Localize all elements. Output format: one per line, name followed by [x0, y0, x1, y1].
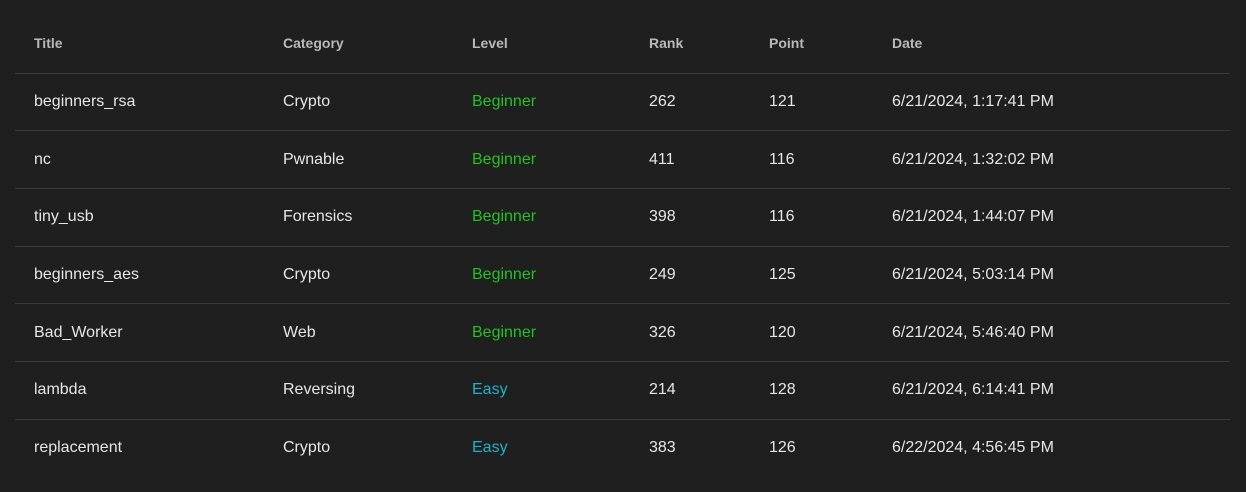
cell-point: 125	[750, 246, 873, 305]
cell-title[interactable]: beginners_aes	[15, 246, 264, 305]
cell-date: 6/21/2024, 6:14:41 PM	[873, 361, 1230, 420]
column-header-level[interactable]: Level	[453, 14, 630, 74]
header-row: Title Category Level Rank Point Date	[15, 14, 1230, 74]
cell-category: Crypto	[283, 439, 331, 457]
cell-rank: 326	[630, 303, 750, 362]
solved-challenges-table: Title Category Level Rank Point Date beg…	[15, 14, 1230, 477]
solved-challenges-table-container: Title Category Level Rank Point Date beg…	[15, 14, 1230, 477]
table-row: beginners_aes Crypto Beginner 249 125 6/…	[15, 246, 1230, 305]
cell-point: 120	[750, 303, 873, 362]
cell-rank: 411	[630, 130, 750, 189]
cell-rank: 214	[630, 361, 750, 420]
cell-rank: 262	[630, 73, 750, 132]
cell-point: 116	[750, 130, 873, 189]
column-header-category[interactable]: Category	[264, 14, 453, 74]
cell-date: 6/21/2024, 5:46:40 PM	[873, 303, 1230, 362]
table-row: lambda Reversing Easy 214 128 6/21/2024,…	[15, 361, 1230, 420]
cell-level: Beginner	[453, 188, 630, 247]
table-row: nc Pwnable Beginner 411 116 6/21/2024, 1…	[15, 130, 1230, 189]
table-body: beginners_rsa Crypto Beginner 262 121 6/…	[15, 73, 1230, 477]
cell-date: 6/21/2024, 1:44:07 PM	[873, 188, 1230, 247]
cell-category: Reversing	[264, 361, 453, 420]
cell-level: Beginner	[453, 73, 630, 132]
column-header-point[interactable]: Point	[750, 14, 873, 74]
cell-level: Beginner	[453, 246, 630, 305]
column-header-title[interactable]: Title	[15, 14, 264, 74]
cell-level: Easy	[472, 439, 508, 457]
column-header-date[interactable]: Date	[873, 14, 1230, 74]
cell-rank: 383	[649, 439, 676, 457]
cell-point: 128	[750, 361, 873, 420]
cell-rank: 249	[630, 246, 750, 305]
cell-title[interactable]: lambda	[15, 361, 264, 420]
cell-category: Forensics	[264, 188, 453, 247]
table-row: beginners_rsa Crypto Beginner 262 121 6/…	[15, 73, 1230, 132]
cell-rank: 398	[630, 188, 750, 247]
cell-point: 116	[750, 188, 873, 247]
cell-category: Web	[264, 303, 453, 362]
cell-title[interactable]: beginners_rsa	[15, 73, 264, 132]
table-row: replacement Crypto Easy 383 126 6/22/202…	[15, 419, 1230, 477]
cell-category: Crypto	[264, 246, 453, 305]
cell-category: Crypto	[264, 73, 453, 132]
table-row: tiny_usb Forensics Beginner 398 116 6/21…	[15, 188, 1230, 247]
cell-title[interactable]: tiny_usb	[15, 188, 264, 247]
cell-title[interactable]: nc	[15, 130, 264, 189]
column-header-rank[interactable]: Rank	[630, 14, 750, 74]
cell-title[interactable]: replacement	[15, 419, 264, 477]
cell-date: 6/21/2024, 1:32:02 PM	[873, 130, 1230, 189]
cell-date: 6/22/2024, 4:56:45 PM	[892, 439, 1054, 457]
cell-point: 121	[750, 73, 873, 132]
table-header: Title Category Level Rank Point Date	[15, 14, 1230, 74]
table-row: Bad_Worker Web Beginner 326 120 6/21/202…	[15, 303, 1230, 362]
cell-date: 6/21/2024, 1:17:41 PM	[873, 73, 1230, 132]
cell-date: 6/21/2024, 5:03:14 PM	[873, 246, 1230, 305]
cell-level: Easy	[453, 361, 630, 420]
cell-level: Beginner	[453, 130, 630, 189]
cell-category: Pwnable	[264, 130, 453, 189]
cell-title[interactable]: Bad_Worker	[15, 303, 264, 362]
cell-point: 126	[769, 439, 796, 457]
cell-level: Beginner	[453, 303, 630, 362]
